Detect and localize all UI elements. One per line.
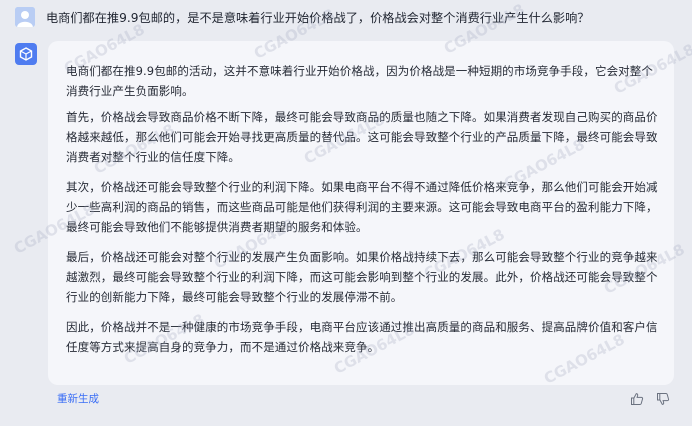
answer-paragraph: 其次，价格战还可能会导致整个行业的利润下降。如果电商平台不得不通过降低价格来竞争… (66, 180, 658, 234)
regenerate-button[interactable]: 重新生成 (57, 392, 99, 406)
user-question-text: 电商们都在推9.9包邮的，是不是意味着行业开始价格战了，价格战会对整个消费行业产… (46, 11, 590, 25)
user-avatar-icon (15, 7, 35, 27)
answer-body: 电商们都在推9.9包邮的活动，这并不意味着行业开始价格战，因为价格战是一种短期的… (66, 61, 662, 367)
user-message-row: 电商们都在推9.9包邮的，是不是意味着行业开始价格战了，价格战会对整个消费行业产… (0, 0, 692, 38)
thumbs-up-icon[interactable] (630, 391, 644, 405)
thumbs-down-icon[interactable] (656, 391, 670, 405)
answer-paragraph: 首先，价格战会导致商品价格不断下降，最终可能会导致商品的质量也随之下降。如果消费… (66, 110, 658, 164)
feedback-actions (630, 391, 670, 405)
answer-paragraph: 电商们都在推9.9包邮的活动，这并不意味着行业开始价格战，因为价格战是一种短期的… (66, 64, 653, 98)
answer-paragraph: 因此，价格战并不是一种健康的市场竞争手段，电商平台应该通过推出高质量的商品和服务… (66, 320, 658, 354)
bot-cube-icon (15, 43, 37, 65)
answer-card: 电商们都在推9.9包邮的活动，这并不意味着行业开始价格战，因为价格战是一种短期的… (48, 41, 674, 385)
answer-paragraph: 最后，价格战还可能会对整个行业的发展产生负面影响。如果价格战持续下去，那么可能会… (66, 250, 658, 304)
